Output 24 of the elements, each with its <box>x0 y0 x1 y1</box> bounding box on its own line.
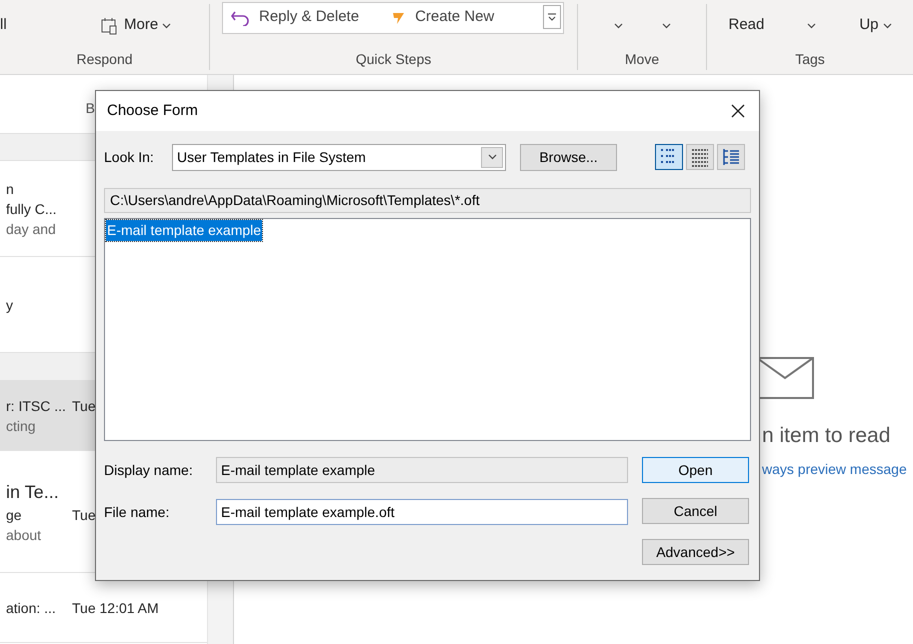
group-label: Quick Steps <box>354 50 432 69</box>
message-text: about <box>6 526 42 544</box>
message-date: Tue 12:01 AM <box>72 598 159 618</box>
path-field: C:\Users\andre\AppData\Roaming\Microsoft\Templates\*.oft <box>104 188 751 213</box>
dialog-title: Choose Form <box>107 100 198 121</box>
message-text: n <box>6 180 15 198</box>
message-text: y <box>6 296 14 314</box>
message-text: fully C... <box>6 200 58 218</box>
sort-label: B <box>86 98 95 118</box>
message-date: Tue <box>72 506 96 524</box>
message-text: in Te... <box>6 480 60 504</box>
group-label: Tags <box>794 50 826 69</box>
message-text: day and <box>6 220 57 238</box>
message-text: cting <box>6 416 37 436</box>
message-text: ge <box>6 506 23 524</box>
group-label: Respond <box>75 50 134 69</box>
empty-message: n item to read <box>762 423 890 449</box>
field-label: Display name: <box>104 460 194 480</box>
message-text: r: ITSC ... <box>6 396 67 416</box>
field-label: Look In: <box>104 148 155 166</box>
message-text: ation: ... <box>6 598 57 618</box>
message-date: Tue <box>72 396 96 416</box>
group-label: Move <box>624 50 660 69</box>
field-label: File name: <box>104 502 170 522</box>
